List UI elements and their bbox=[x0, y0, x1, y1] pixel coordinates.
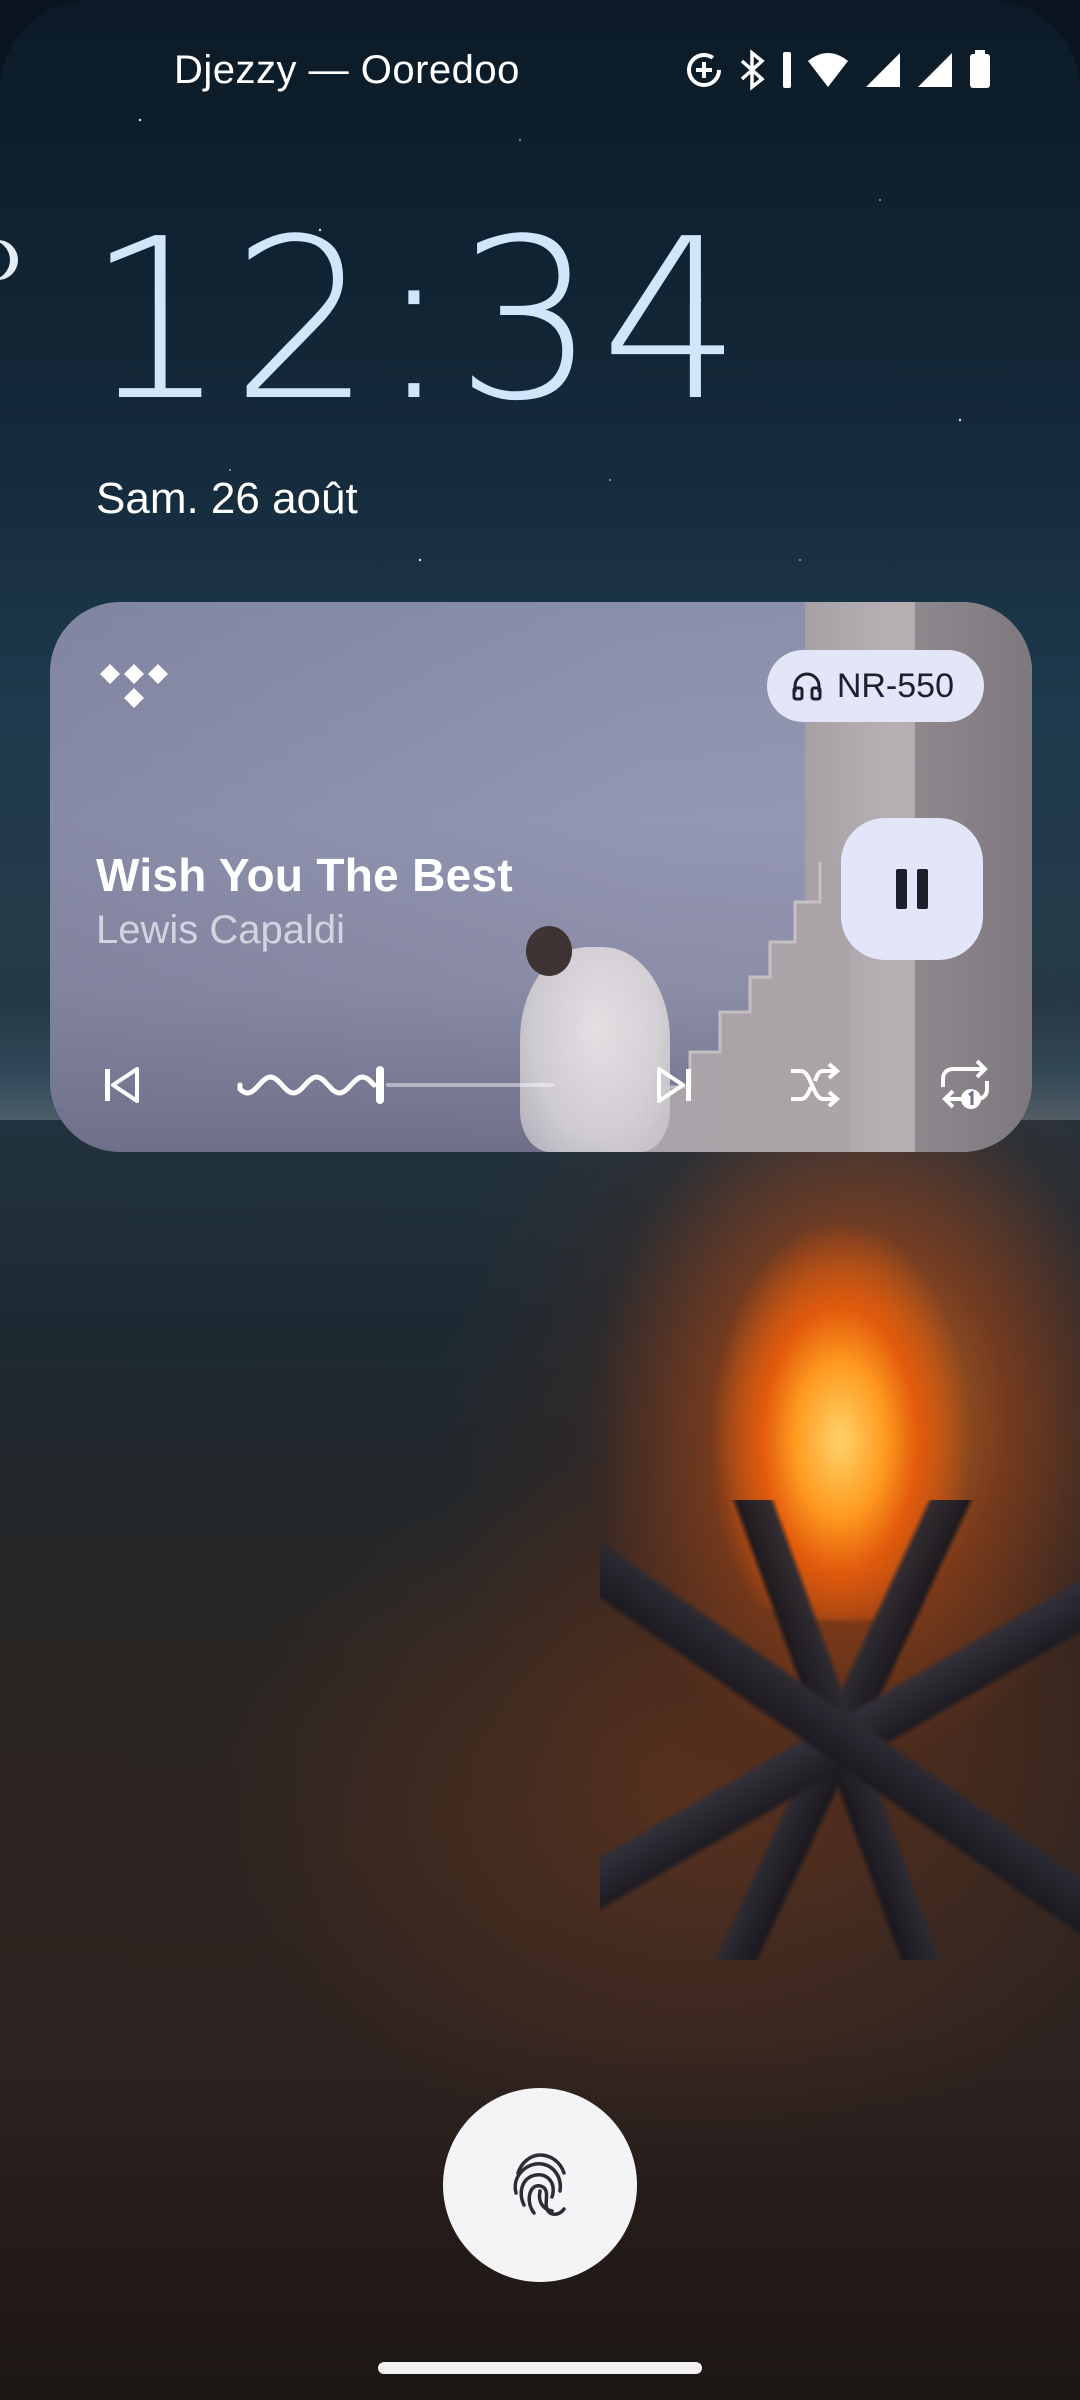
carrier-name: Djezzy — Ooredoo bbox=[174, 48, 520, 92]
track-title: Wish You The Best bbox=[96, 849, 514, 901]
lockscreen-date: Sam. 26 août bbox=[96, 474, 358, 523]
seek-bar[interactable] bbox=[236, 1050, 556, 1120]
battery-icon bbox=[970, 50, 990, 88]
lock-screen: Djezzy — Ooredoo 12:34 Sam. 26 août NR-5… bbox=[0, 0, 1080, 2400]
headphones-icon bbox=[792, 672, 822, 701]
fingerprint-unlock-button[interactable] bbox=[443, 2088, 637, 2282]
repeat-one-icon bbox=[941, 1059, 989, 1109]
tidal-logo bbox=[100, 664, 168, 708]
bluetooth-icon bbox=[740, 49, 765, 91]
next-button[interactable] bbox=[640, 1050, 710, 1120]
track-artist: Lewis Capaldi bbox=[96, 908, 346, 952]
status-bar: Djezzy — Ooredoo bbox=[0, 0, 1080, 150]
bluetooth-battery-bar bbox=[783, 52, 791, 88]
previous-button[interactable] bbox=[86, 1050, 156, 1120]
shuffle-icon bbox=[791, 1062, 841, 1108]
wallpaper-logs bbox=[600, 1500, 1080, 1960]
wallpaper-moon bbox=[0, 240, 10, 280]
media-player-card[interactable]: NR-550 Wish You The Best Lewis Capaldi bbox=[50, 602, 1032, 1152]
repeat-button[interactable] bbox=[930, 1050, 1000, 1120]
pause-button[interactable] bbox=[841, 818, 983, 960]
wifi-icon bbox=[808, 53, 848, 87]
previous-icon bbox=[105, 1067, 139, 1103]
home-indicator[interactable] bbox=[378, 2362, 702, 2374]
output-device-label: NR-550 bbox=[836, 666, 954, 705]
lockscreen-clock: 12:34 bbox=[86, 192, 746, 450]
signal-icon-2 bbox=[918, 53, 952, 87]
fingerprint-icon bbox=[513, 2153, 566, 2216]
data-saver-icon bbox=[687, 53, 721, 87]
pause-icon bbox=[896, 869, 928, 909]
next-icon bbox=[657, 1067, 691, 1103]
seek-thumb[interactable] bbox=[376, 1066, 384, 1104]
output-device-chip[interactable]: NR-550 bbox=[766, 650, 984, 722]
shuffle-button[interactable] bbox=[780, 1050, 850, 1120]
status-icons bbox=[684, 46, 992, 94]
signal-icon bbox=[866, 53, 900, 87]
seek-progress bbox=[237, 1074, 377, 1096]
